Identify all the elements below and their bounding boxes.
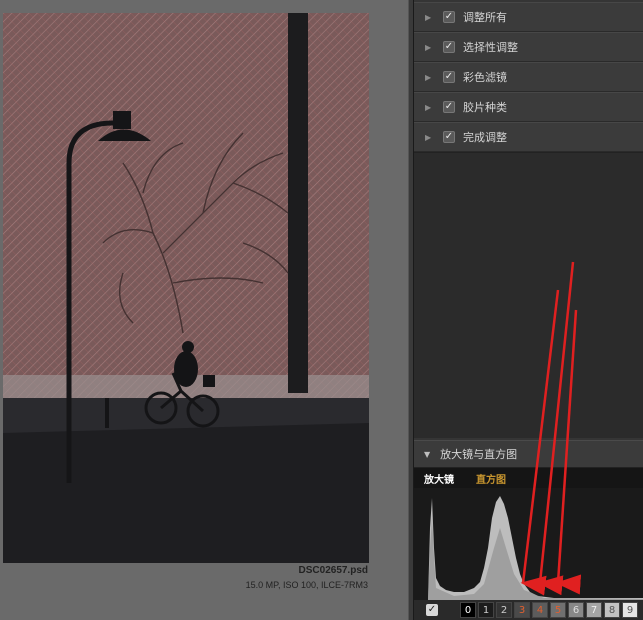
adjustment-label: 彩色滤镜 [463,71,507,84]
checkbox-icon[interactable]: ✓ [443,71,455,83]
zone-8[interactable]: 8 [604,602,620,618]
tab-loupe[interactable]: 放大镜 [424,471,454,486]
checkbox-icon[interactable]: ✓ [443,131,455,143]
zone-4[interactable]: 4 [532,602,548,618]
tab-histogram[interactable]: 直方图 [476,471,506,486]
zone-toggle-checkbox-icon[interactable]: ✓ [426,604,438,616]
photo-preview[interactable] [3,13,369,563]
histogram-display [414,488,643,600]
zone-6[interactable]: 6 [568,602,584,618]
checkbox-icon[interactable]: ✓ [443,41,455,53]
file-meta: 15.0 MP, ISO 100, ILCE-7RM3 [245,580,368,590]
loupe-histogram-header[interactable]: ▼ 放大镜与直方图 [414,440,643,468]
chevron-right-icon[interactable]: ▶ [425,73,437,82]
zone-5[interactable]: 5 [550,602,566,618]
zone-2[interactable]: 2 [496,602,512,618]
file-name: DSC02657.psd [298,565,368,576]
adjustment-label: 选择性调整 [463,41,518,54]
zone-bar: ✓ 0 1 2 3 4 5 6 7 8 9 [414,600,643,620]
adjustment-label: 完成调整 [463,131,507,144]
section-title: 放大镜与直方图 [440,448,518,461]
zone-1[interactable]: 1 [478,602,494,618]
adjustment-panel: ▶ ✓ 调整所有 ▶ ✓ 选择性调整 ▶ ✓ 彩色滤镜 ▶ ✓ 胶片种类 ▶ ✓… [414,0,643,620]
histogram-tabs: 放大镜 直方图 [414,468,643,488]
zone-0[interactable]: 0 [460,602,476,618]
chevron-down-icon[interactable]: ▼ [424,450,430,459]
adjustment-row-selective[interactable]: ▶ ✓ 选择性调整 [414,32,643,62]
chevron-right-icon[interactable]: ▶ [425,133,437,142]
histogram-graph [414,496,643,600]
adjustment-row-film-type[interactable]: ▶ ✓ 胶片种类 [414,92,643,122]
adjustment-row-color-filter[interactable]: ▶ ✓ 彩色滤镜 [414,62,643,92]
zone-9[interactable]: 9 [622,602,638,618]
zone-3[interactable]: 3 [514,602,530,618]
chevron-right-icon[interactable]: ▶ [425,103,437,112]
zone-7[interactable]: 7 [586,602,602,618]
canvas-area: DSC02657.psd 15.0 MP, ISO 100, ILCE-7RM3 [0,0,408,620]
photo-image [3,13,369,563]
chevron-right-icon[interactable]: ▶ [425,43,437,52]
adjustment-label: 胶片种类 [463,101,507,114]
panel-empty-area [414,152,643,438]
checkbox-icon[interactable]: ✓ [443,11,455,23]
adjustment-row-finishing[interactable]: ▶ ✓ 完成调整 [414,122,643,152]
adjustment-label: 调整所有 [463,11,507,24]
checkbox-icon[interactable]: ✓ [443,101,455,113]
adjustment-row-all[interactable]: ▶ ✓ 调整所有 [414,2,643,32]
chevron-right-icon[interactable]: ▶ [425,13,437,22]
